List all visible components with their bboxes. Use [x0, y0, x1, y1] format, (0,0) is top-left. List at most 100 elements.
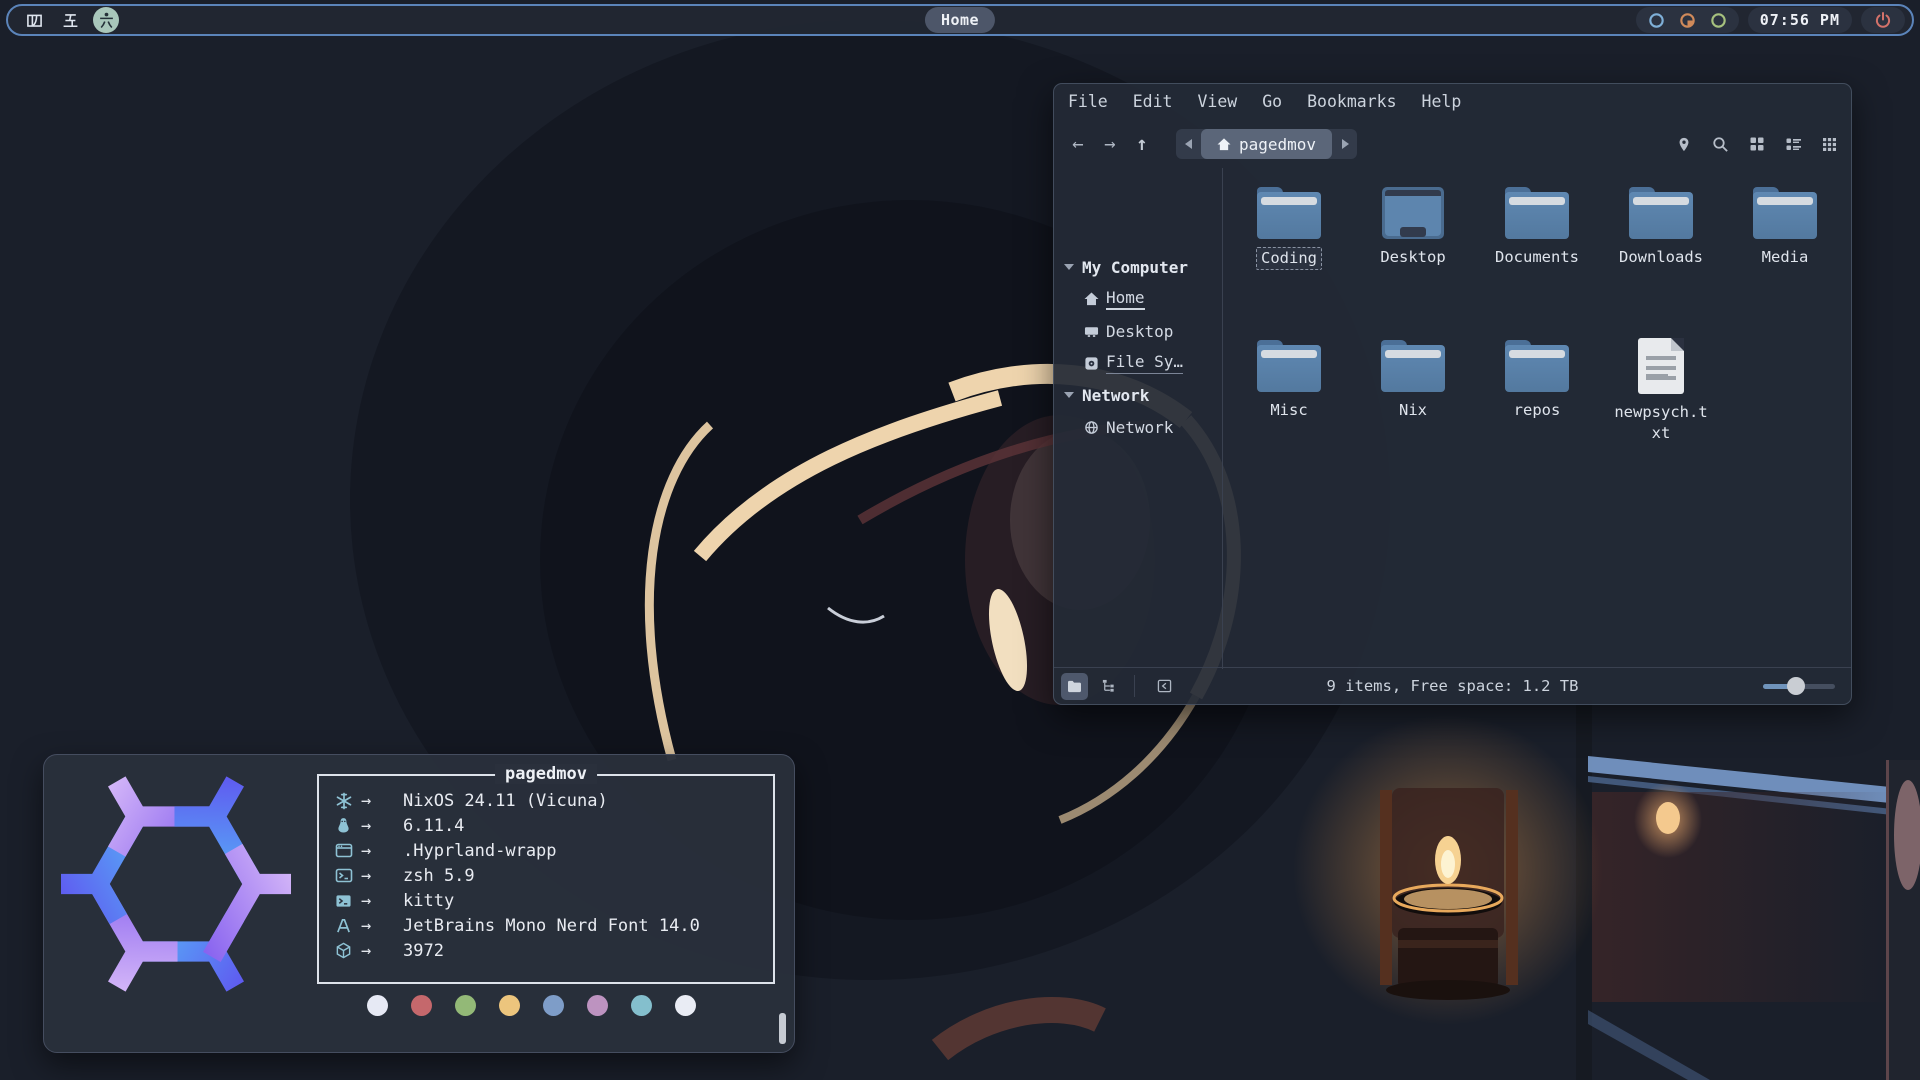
sidebar-section-my-computer[interactable]: My Computer [1064, 252, 1188, 282]
top-bar: Home 07:56 PM [6, 4, 1914, 36]
palette-dot-6 [631, 995, 652, 1016]
folder-icon [1505, 187, 1569, 239]
palette-dot-2 [455, 995, 476, 1016]
file-label: Media [1758, 247, 1813, 268]
file-label: repos [1510, 400, 1565, 421]
workspace-six-icon [98, 12, 115, 29]
tray-record-ring-icon[interactable] [1679, 12, 1696, 29]
forward-button[interactable]: → [1098, 133, 1122, 155]
sidebar-item-network[interactable]: Network [1084, 412, 1173, 442]
tab-scroll-right-icon[interactable] [1332, 129, 1357, 159]
terminal-scrollbar-thumb[interactable] [779, 1013, 786, 1044]
sidebar-section-network[interactable]: Network [1064, 380, 1149, 410]
menu-edit[interactable]: Edit [1133, 92, 1173, 111]
file-item-newpsych-txt[interactable]: newpsych.txt [1601, 340, 1721, 493]
terminal-app-icon [335, 893, 361, 909]
sidebar-item-label: Network [1106, 418, 1173, 437]
status-bar: 9 items, Free space: 1.2 TB [1054, 667, 1851, 704]
fetch-line-shell: → zsh 5.9 [335, 863, 700, 888]
disk-icon [1084, 356, 1099, 371]
workspace-four-icon [26, 12, 43, 29]
arrow: → [361, 941, 403, 961]
menu-go[interactable]: Go [1262, 92, 1282, 111]
arrow: → [361, 816, 403, 836]
menu-bar: File Edit View Go Bookmarks Help [1068, 92, 1461, 111]
fastfetch-lines: → NixOS 24.11 (Vicuna) → 6.11.4 → .Hyprl… [335, 788, 700, 963]
arrow: → [361, 916, 403, 936]
workspace-six-active[interactable] [93, 7, 119, 33]
package-icon [335, 942, 361, 959]
expander-icon [1064, 264, 1074, 270]
power-icon [1874, 11, 1892, 29]
tray-blue-ring-icon[interactable] [1648, 12, 1665, 29]
sidebar-item-home[interactable]: Home [1084, 284, 1145, 314]
hide-panel-button[interactable] [1151, 673, 1178, 700]
clock-time: 07:56 PM [1760, 11, 1840, 29]
sidebar-item-filesystem[interactable]: File Sy… [1084, 348, 1183, 378]
menu-bookmarks[interactable]: Bookmarks [1307, 92, 1396, 111]
menu-view[interactable]: View [1198, 92, 1238, 111]
places-pane-button[interactable] [1061, 673, 1088, 700]
slider-knob[interactable] [1787, 677, 1805, 695]
file-item-downloads[interactable]: Downloads [1601, 187, 1721, 340]
tree-pane-button[interactable] [1095, 673, 1122, 700]
file-item-repos[interactable]: repos [1477, 340, 1597, 493]
fetch-line-os: → NixOS 24.11 (Vicuna) [335, 788, 700, 813]
globe-icon [1084, 420, 1099, 435]
location-pin-icon[interactable] [1676, 136, 1692, 153]
file-item-nix[interactable]: Nix [1353, 340, 1473, 493]
file-item-misc[interactable]: Misc [1229, 340, 1349, 493]
tree-pane-icon [1101, 679, 1116, 694]
sidebar-separator [1222, 168, 1223, 669]
file-label: Documents [1491, 247, 1583, 268]
power-button[interactable] [1861, 7, 1905, 33]
nixos-logo [61, 771, 291, 997]
sidebar-item-desktop[interactable]: Desktop [1084, 316, 1173, 346]
os-value: NixOS 24.11 (Vicuna) [403, 791, 608, 811]
palette-dot-1 [411, 995, 432, 1016]
packages-value: 3972 [403, 941, 444, 961]
desktop-icon [1084, 324, 1099, 338]
terminal-color-palette [367, 995, 696, 1016]
home-icon [1084, 292, 1099, 306]
section-label: Network [1082, 386, 1149, 405]
tray-green-ring-icon[interactable] [1710, 12, 1727, 29]
palette-dot-7 [675, 995, 696, 1016]
zoom-slider[interactable] [1763, 676, 1835, 696]
up-button[interactable]: ↑ [1130, 133, 1154, 155]
file-item-documents[interactable]: Documents [1477, 187, 1597, 340]
search-icon[interactable] [1712, 136, 1729, 153]
folder-icon [1381, 340, 1445, 392]
terminal-value: kitty [403, 891, 454, 911]
fetch-line-kernel: → 6.11.4 [335, 813, 700, 838]
workspace-four[interactable] [21, 7, 47, 33]
file-grid: Coding Desktop Documents Downloads Media… [1227, 187, 1847, 493]
font-icon [335, 918, 361, 934]
icon-view-icon[interactable] [1749, 136, 1765, 152]
folder-icon [1629, 187, 1693, 239]
hide-panel-icon [1157, 679, 1172, 693]
file-item-desktop[interactable]: Desktop [1353, 187, 1473, 340]
file-item-media[interactable]: Media [1725, 187, 1845, 340]
file-manager-body: My Computer Home Desktop File Sy… Networ… [1054, 168, 1851, 669]
compact-view-icon[interactable] [1822, 137, 1837, 152]
palette-dot-5 [587, 995, 608, 1016]
sidebar-item-label: File Sy… [1106, 352, 1183, 374]
file-label: newpsych.txt [1607, 402, 1715, 444]
arrow: → [361, 866, 403, 886]
back-button[interactable]: ← [1066, 133, 1090, 155]
tab-scroll-left-icon[interactable] [1176, 129, 1201, 159]
menu-file[interactable]: File [1068, 92, 1108, 111]
list-view-icon[interactable] [1785, 136, 1802, 152]
file-label: Downloads [1615, 247, 1707, 268]
system-tray [1636, 7, 1739, 33]
shell-icon [335, 867, 361, 884]
menu-help[interactable]: Help [1422, 92, 1462, 111]
workspace-switcher [21, 7, 119, 33]
window-manager-icon [335, 842, 361, 859]
fetch-line-font: → JetBrains Mono Nerd Font 14.0 [335, 913, 700, 938]
wm-value: .Hyprland-wrapp [403, 841, 557, 861]
current-path-tab[interactable]: pagedmov [1201, 129, 1332, 159]
file-item-coding[interactable]: Coding [1229, 187, 1349, 340]
workspace-five[interactable] [57, 7, 83, 33]
